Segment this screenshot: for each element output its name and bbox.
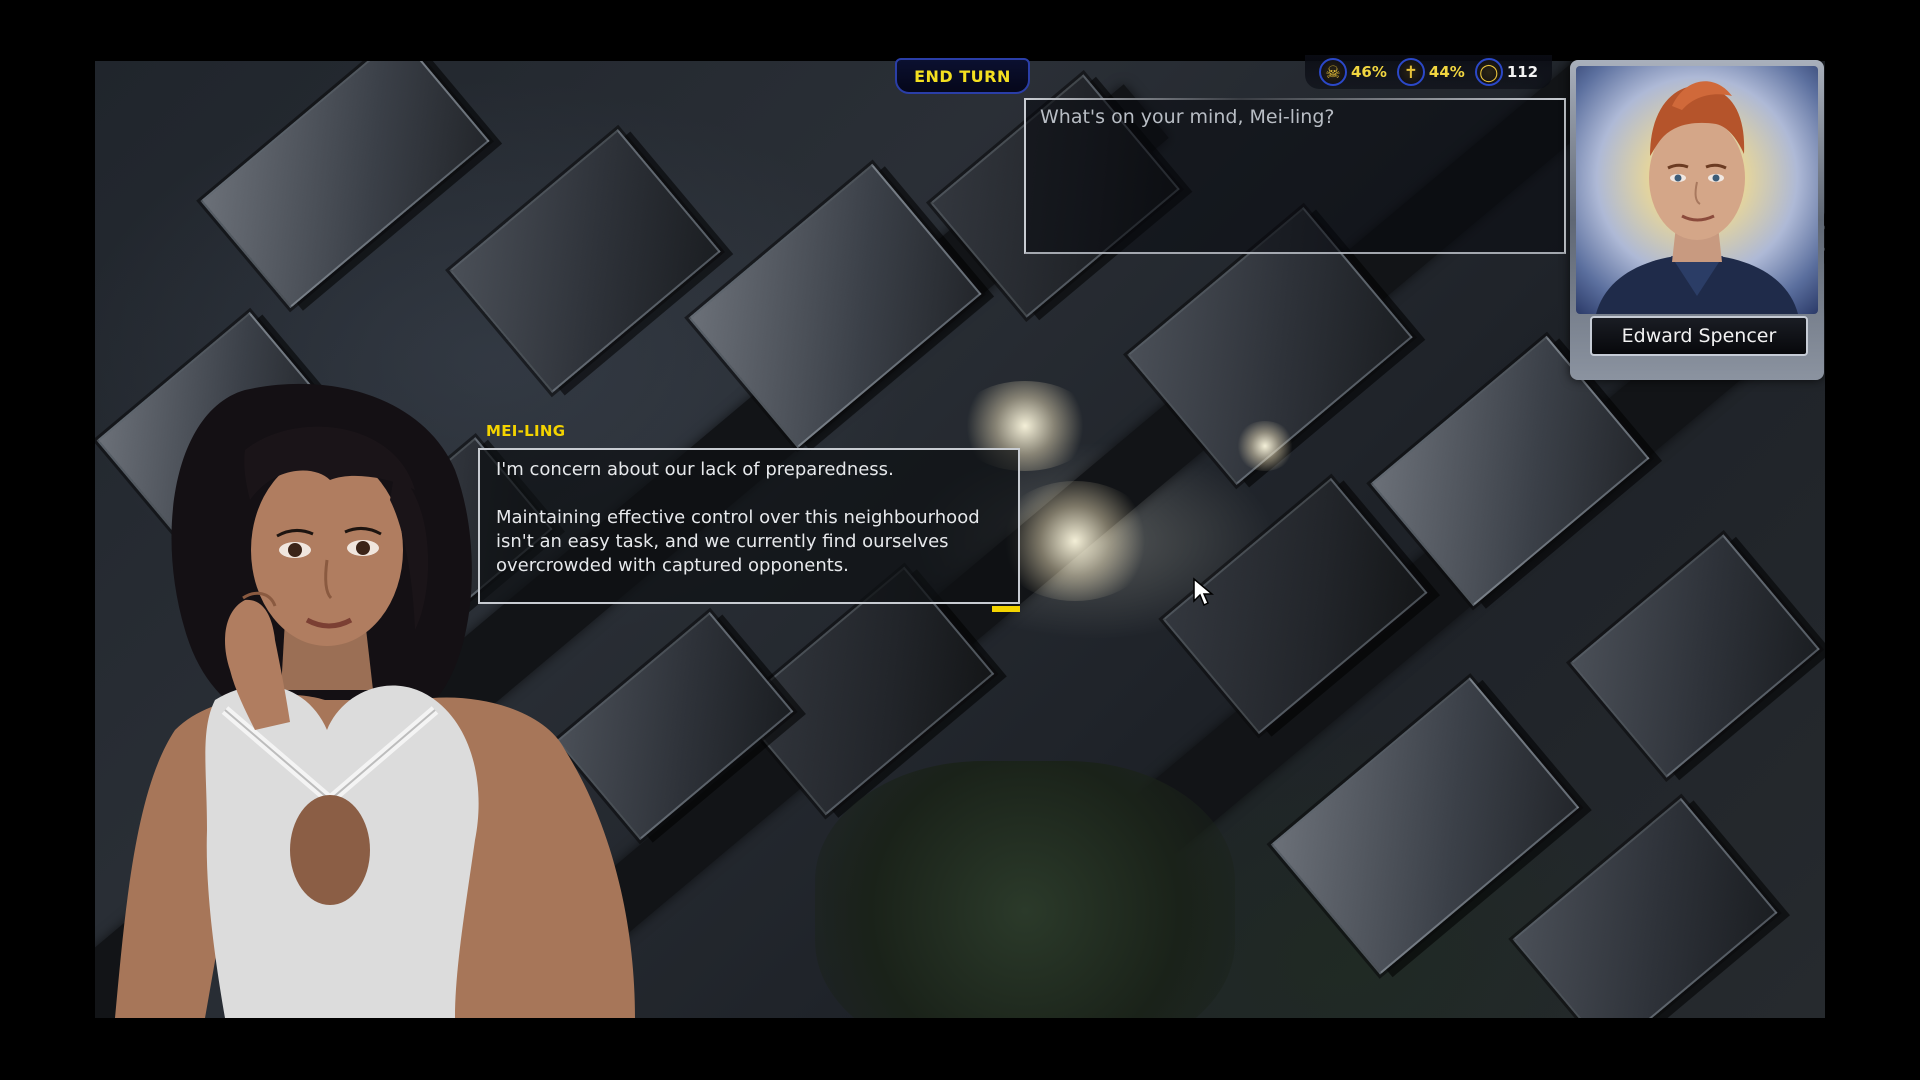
npc-dialogue-text: I'm concern about our lack of preparedne… — [496, 458, 1004, 602]
npc-dialogue-box[interactable]: I'm concern about our lack of preparedne… — [478, 448, 1020, 604]
stat-value: 112 — [1507, 63, 1538, 81]
end-turn-button[interactable]: END TURN — [895, 58, 1030, 94]
mouse-cursor-icon — [1192, 577, 1214, 607]
dialogue-frame-edge — [1026, 98, 1564, 100]
player-portrait — [1576, 66, 1818, 314]
player-dialogue-line: What's on your mind, Mei-ling? — [1040, 106, 1334, 128]
npc-dialogue-line: I'm concern about our lack of preparedne… — [496, 458, 1004, 482]
park — [815, 761, 1235, 1018]
continue-indicator[interactable] — [992, 606, 1020, 612]
resource-bar: ☠ 46% ✝ 44% ◯ 112 — [1305, 55, 1552, 89]
skull-crossbones-icon: ☠ — [1319, 58, 1347, 86]
player-name-plate: Edward Spencer — [1590, 316, 1808, 356]
stat-value: 46% — [1351, 63, 1387, 81]
player-portrait-image — [1576, 66, 1818, 314]
speaker-name: MEI-LING — [486, 422, 565, 440]
stat-faction: ☠ 46% — [1319, 58, 1387, 86]
player-portrait-frame: Edward Spencer — [1570, 60, 1824, 380]
laurel-wreath-icon: ◯ — [1475, 58, 1503, 86]
player-dialogue-box[interactable]: What's on your mind, Mei-ling? — [1024, 98, 1566, 254]
street-light — [1235, 421, 1295, 471]
building — [200, 61, 489, 308]
building — [449, 129, 720, 393]
stat-faith: ✝ 44% — [1397, 58, 1465, 86]
building — [1570, 534, 1820, 777]
building — [1513, 798, 1778, 1018]
stat-prestige: ◯ 112 — [1475, 58, 1538, 86]
stat-value: 44% — [1429, 63, 1465, 81]
npc-dialogue-line: Maintaining effective control over this … — [496, 506, 1004, 578]
cross-icon: ✝ — [1397, 58, 1425, 86]
